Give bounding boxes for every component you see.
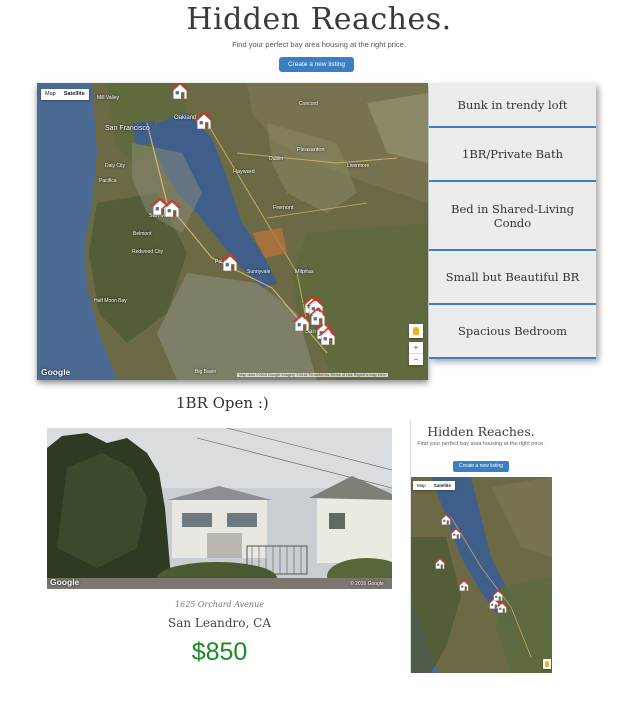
- listing-address: 1625 Orchard Avenue: [175, 600, 264, 609]
- map-label: Pacifica: [99, 178, 117, 184]
- street-view-pegman-icon[interactable]: [409, 324, 423, 338]
- street-view-photo[interactable]: Google © 2016 Google: [47, 428, 392, 589]
- map-label: Belmont: [133, 231, 152, 237]
- house-marker-icon[interactable]: [193, 109, 215, 135]
- mobile-page-title: Hidden Reaches.: [427, 424, 535, 439]
- mobile-page-subtitle: Find your perfect bay area housing at th…: [417, 441, 545, 447]
- create-listing-button[interactable]: Create a new listing: [279, 57, 354, 72]
- photo-copyright: © 2016 Google: [350, 581, 384, 587]
- map-type-satellite-button[interactable]: Satellite: [60, 89, 89, 100]
- page-title: Hidden Reaches.: [186, 2, 452, 37]
- mobile-create-listing-button[interactable]: Create a new listing: [453, 461, 509, 472]
- map-label: Mill Valley: [97, 95, 120, 101]
- listing-item[interactable]: 1BR/Private Bath: [429, 128, 596, 182]
- map-label: Pleasanton: [297, 147, 325, 153]
- zoom-control: + −: [409, 342, 423, 365]
- map-label: Dublin: [269, 156, 284, 162]
- map-label: Daly City: [105, 163, 126, 169]
- listing-city: San Leandro, CA: [168, 616, 271, 630]
- house-marker-icon[interactable]: [161, 197, 183, 223]
- map-label: Redwood City: [132, 249, 164, 255]
- listing-price: $850: [191, 638, 248, 666]
- house-photo-image: [47, 428, 392, 589]
- house-marker-icon[interactable]: [169, 83, 191, 105]
- mobile-satellite-map-image: [411, 477, 552, 673]
- mobile-map-type-control: Map Satellite: [413, 481, 456, 490]
- map-label: Milpitas: [295, 269, 314, 275]
- google-logo: Google: [41, 367, 71, 377]
- house-marker-icon[interactable]: [491, 587, 505, 606]
- zoom-out-button[interactable]: −: [409, 354, 423, 365]
- map-label: Livermore: [347, 163, 370, 169]
- listing-detail-title: 1BR Open :): [176, 394, 269, 412]
- map-label: Big Basin: [195, 369, 217, 375]
- house-marker-icon[interactable]: [449, 525, 463, 544]
- zoom-in-button[interactable]: +: [409, 342, 423, 354]
- listing-item[interactable]: Spacious Bedroom: [429, 305, 596, 359]
- house-marker-icon[interactable]: [219, 251, 241, 277]
- listing-item[interactable]: Small but Beautiful BR: [429, 251, 596, 305]
- house-marker-icon[interactable]: [433, 555, 447, 574]
- map-attribution[interactable]: Map data ©2016 Google Imagery ©2016 Terr…: [237, 373, 388, 377]
- map-type-control: Map Satellite: [41, 89, 89, 100]
- google-logo: Google: [50, 577, 80, 587]
- mobile-street-view-pegman-icon[interactable]: [543, 659, 551, 669]
- map-label: Concord: [299, 101, 318, 107]
- map-type-map-button[interactable]: Map: [41, 89, 60, 100]
- map-label: Hayward: [233, 169, 255, 175]
- mobile-map-type-satellite-button[interactable]: Satellite: [430, 481, 455, 490]
- map-label: Sunnyvale: [247, 269, 271, 275]
- listing-item[interactable]: Bunk in trendy loft: [429, 83, 596, 128]
- map-label: Fremont: [273, 205, 294, 211]
- house-marker-icon[interactable]: [457, 577, 471, 596]
- satellite-map-image[interactable]: [37, 83, 428, 380]
- mobile-map-view[interactable]: Map Satellite: [411, 477, 552, 673]
- listing-panel: Bunk in trendy loft 1BR/Private Bath Bed…: [429, 83, 596, 359]
- map-label: San Francisco: [105, 125, 150, 132]
- map-label: Half Moon Bay: [94, 298, 127, 304]
- map-view[interactable]: Map Satellite San Francisco Oakland Daly…: [37, 83, 428, 380]
- page-subtitle: Find your perfect bay area housing at th…: [232, 40, 406, 49]
- mobile-map-type-map-button[interactable]: Map: [413, 481, 430, 490]
- listing-item[interactable]: Bed in Shared-Living Condo: [429, 182, 596, 251]
- house-marker-icon[interactable]: [307, 305, 329, 331]
